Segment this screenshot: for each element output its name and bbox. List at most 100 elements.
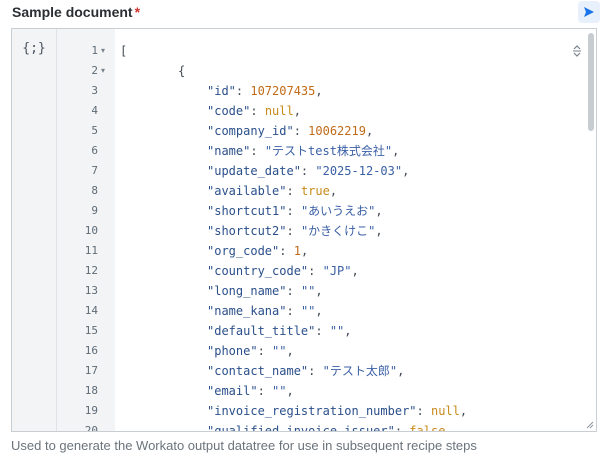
code-token: null — [430, 404, 460, 418]
code-line: [ — [12, 41, 596, 61]
code-token: : — [394, 424, 410, 432]
code-token: : — [286, 184, 301, 198]
code-token: "org_code" — [207, 244, 280, 258]
code-token: 1 — [293, 244, 301, 258]
code-line: "shortcut1": "あいうえお", — [12, 201, 596, 221]
code-token: : — [315, 324, 330, 338]
code-line: "name_kana": "", — [12, 301, 596, 321]
code-token: , — [392, 144, 400, 158]
code-line: "invoice_registration_number": null, — [12, 401, 596, 421]
code-token: "phone" — [207, 344, 258, 358]
code-token: : — [286, 304, 301, 318]
code-token: "" — [300, 284, 316, 298]
code-token: , — [315, 284, 323, 298]
code-token: { — [178, 64, 186, 78]
code-token: "company_id" — [207, 124, 294, 138]
code-token: , — [365, 124, 374, 138]
code-token: : — [293, 124, 309, 138]
code-token: : — [416, 404, 431, 418]
code-token: "あいうえお" — [300, 204, 376, 218]
code-line: "email": "", — [12, 381, 596, 401]
code-token: , — [351, 264, 359, 278]
code-line: "company_id": 10062219, — [12, 121, 596, 141]
code-token: "update_date" — [207, 164, 301, 178]
helper-text: Used to generate the Workato output data… — [11, 438, 477, 453]
code-line: "long_name": "", — [12, 281, 596, 301]
code-token: , — [402, 164, 410, 178]
code-token: [ — [120, 44, 128, 58]
code-token: "available" — [207, 184, 287, 198]
code-line: "default_title": "", — [12, 321, 596, 341]
code-token: : — [257, 344, 273, 358]
code-line: "available": true, — [12, 181, 596, 201]
code-token: : — [308, 364, 323, 378]
code-token: "" — [272, 344, 287, 358]
code-token: false — [409, 424, 446, 432]
code-token: "code" — [207, 104, 251, 118]
field-header: Sample document * — [12, 3, 140, 21]
code-token: "" — [329, 324, 345, 338]
code-token: 10062219 — [308, 124, 366, 138]
code-line: "code": null, — [12, 101, 596, 121]
code-token: "name_kana" — [207, 304, 287, 318]
code-line: "contact_name": "テスト太郎", — [12, 361, 596, 381]
required-mark: * — [134, 4, 141, 20]
code-line: "update_date": "2025-12-03", — [12, 161, 596, 181]
code-token: "default_title" — [207, 324, 316, 338]
code-token: : — [300, 164, 316, 178]
code-token: , — [315, 84, 323, 98]
code-token: "long_name" — [207, 284, 287, 298]
code-token: 107207435 — [250, 84, 316, 98]
code-token: : — [286, 204, 301, 218]
code-token: null — [264, 104, 294, 118]
code-token: "invoice_registration_number" — [207, 404, 417, 418]
code-line: { — [12, 61, 596, 81]
code-line: "country_code": "JP", — [12, 261, 596, 281]
field-title: Sample document — [12, 4, 133, 20]
code-token: , — [315, 304, 323, 318]
code-token: "shortcut2" — [207, 224, 287, 238]
code-token: "" — [300, 304, 316, 318]
code-token: : — [250, 144, 265, 158]
code-token: , — [397, 364, 405, 378]
code-token: "テストtest株式会社" — [264, 144, 393, 158]
resize-grip-icon[interactable] — [586, 421, 594, 429]
code-token: "かきくけこ" — [300, 224, 376, 238]
code-token: "contact_name" — [207, 364, 309, 378]
code-token: : — [250, 104, 265, 118]
code-token: , — [445, 424, 453, 432]
code-token: : — [308, 264, 323, 278]
code-token: : — [257, 384, 273, 398]
code-token: "" — [272, 384, 287, 398]
code-token: "2025-12-03" — [315, 164, 403, 178]
code-line: "name": "テストtest株式会社", — [12, 141, 596, 161]
code-token: , — [344, 324, 352, 338]
code-line: "org_code": 1, — [12, 241, 596, 261]
code-line: "id": 107207435, — [12, 81, 596, 101]
code-token: : — [286, 284, 301, 298]
expand-icon[interactable] — [571, 44, 583, 58]
send-icon — [584, 7, 594, 17]
code-token: : — [235, 84, 251, 98]
code-token: "email" — [207, 384, 258, 398]
code-token: : — [286, 224, 301, 238]
code-token: "country_code" — [207, 264, 309, 278]
run-button[interactable] — [578, 1, 600, 23]
code-token: "qualified_invoice_issuer" — [207, 424, 395, 432]
code-editor[interactable]: {;} 1 ▾[2 ▾{3 "id": 107207435, 4 "code": null… — [11, 28, 597, 432]
code-line: "shortcut2": "かきくけこ", — [12, 221, 596, 241]
code-line: "qualified_invoice_issuer": false, — [12, 421, 596, 432]
code-token: , — [375, 204, 383, 218]
code-token: , — [459, 404, 468, 418]
code-token: : — [279, 244, 294, 258]
code-token: , — [329, 184, 338, 198]
code-token: , — [375, 224, 383, 238]
code-token: "name" — [207, 144, 251, 158]
code-token: , — [300, 244, 309, 258]
code-token: , — [286, 384, 294, 398]
code-token: "id" — [207, 84, 236, 98]
code-token: "JP" — [322, 264, 352, 278]
code-token: "テスト太郎" — [322, 364, 398, 378]
code-token: "shortcut1" — [207, 204, 287, 218]
code-line: "phone": "", — [12, 341, 596, 361]
